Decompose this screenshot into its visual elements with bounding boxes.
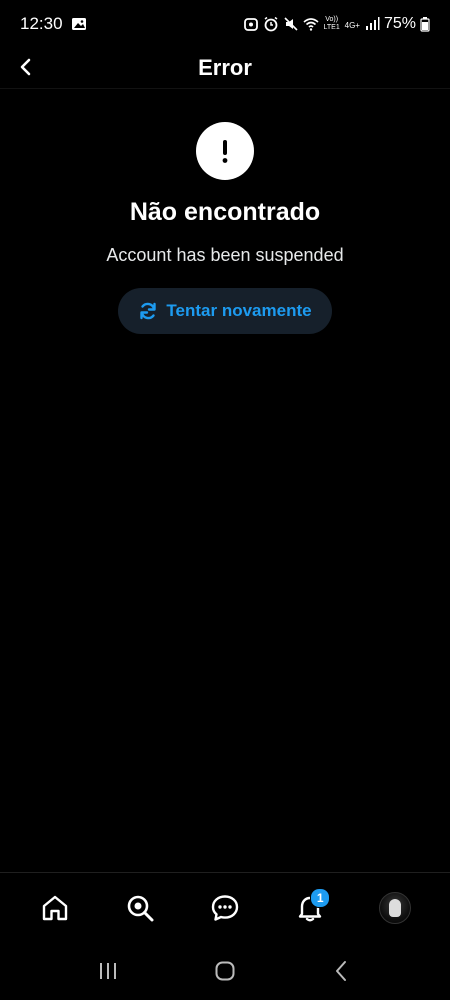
system-nav-bar	[0, 942, 450, 1000]
page-title: Error	[198, 55, 252, 80]
recent-apps-button[interactable]	[88, 951, 128, 991]
back-arrow-icon	[20, 58, 31, 76]
nav-search[interactable]	[118, 886, 162, 930]
mute-icon	[283, 16, 299, 32]
nav-notifications[interactable]: 1	[288, 886, 332, 930]
alarm-icon	[263, 16, 279, 32]
signal-icon	[364, 16, 380, 32]
gallery-notification-icon	[71, 16, 87, 32]
retry-button[interactable]: Tentar novamente	[118, 288, 332, 334]
alert-icon	[196, 122, 254, 180]
bottom-nav: 1	[0, 872, 450, 942]
back-chevron-icon	[335, 961, 346, 981]
search-icon	[127, 895, 154, 921]
nav-profile[interactable]	[373, 886, 417, 930]
error-panel: Não encontrado Account has been suspende…	[0, 122, 450, 334]
status-bar: 12:30 Vo)) LTE1 4G+ 75%	[0, 0, 450, 48]
top-header: Error	[0, 48, 450, 89]
network-type: 4G+	[344, 21, 360, 30]
battery-icon	[420, 16, 430, 32]
nav-home[interactable]	[33, 886, 77, 930]
status-time: 12:30	[20, 14, 63, 33]
error-title: Não encontrado	[129, 198, 321, 226]
home-circle-icon	[215, 961, 235, 981]
wifi-icon	[303, 16, 319, 32]
recent-apps-icon	[100, 963, 117, 979]
app-notification-icon	[243, 16, 259, 32]
nav-messages[interactable]	[203, 886, 247, 930]
back-button[interactable]	[14, 54, 38, 80]
volte-label: Vo)) LTE1	[323, 16, 340, 31]
battery-percent: 75%	[383, 15, 416, 32]
error-message: Account has been suspended	[106, 245, 344, 265]
home-icon	[42, 895, 67, 920]
retry-label: Tentar novamente	[166, 301, 312, 320]
messages-icon	[211, 894, 239, 921]
back-system-button[interactable]	[322, 951, 362, 991]
notification-badge: 1	[310, 887, 331, 908]
home-system-button[interactable]	[205, 951, 245, 991]
refresh-icon	[140, 302, 157, 320]
avatar	[379, 891, 412, 924]
